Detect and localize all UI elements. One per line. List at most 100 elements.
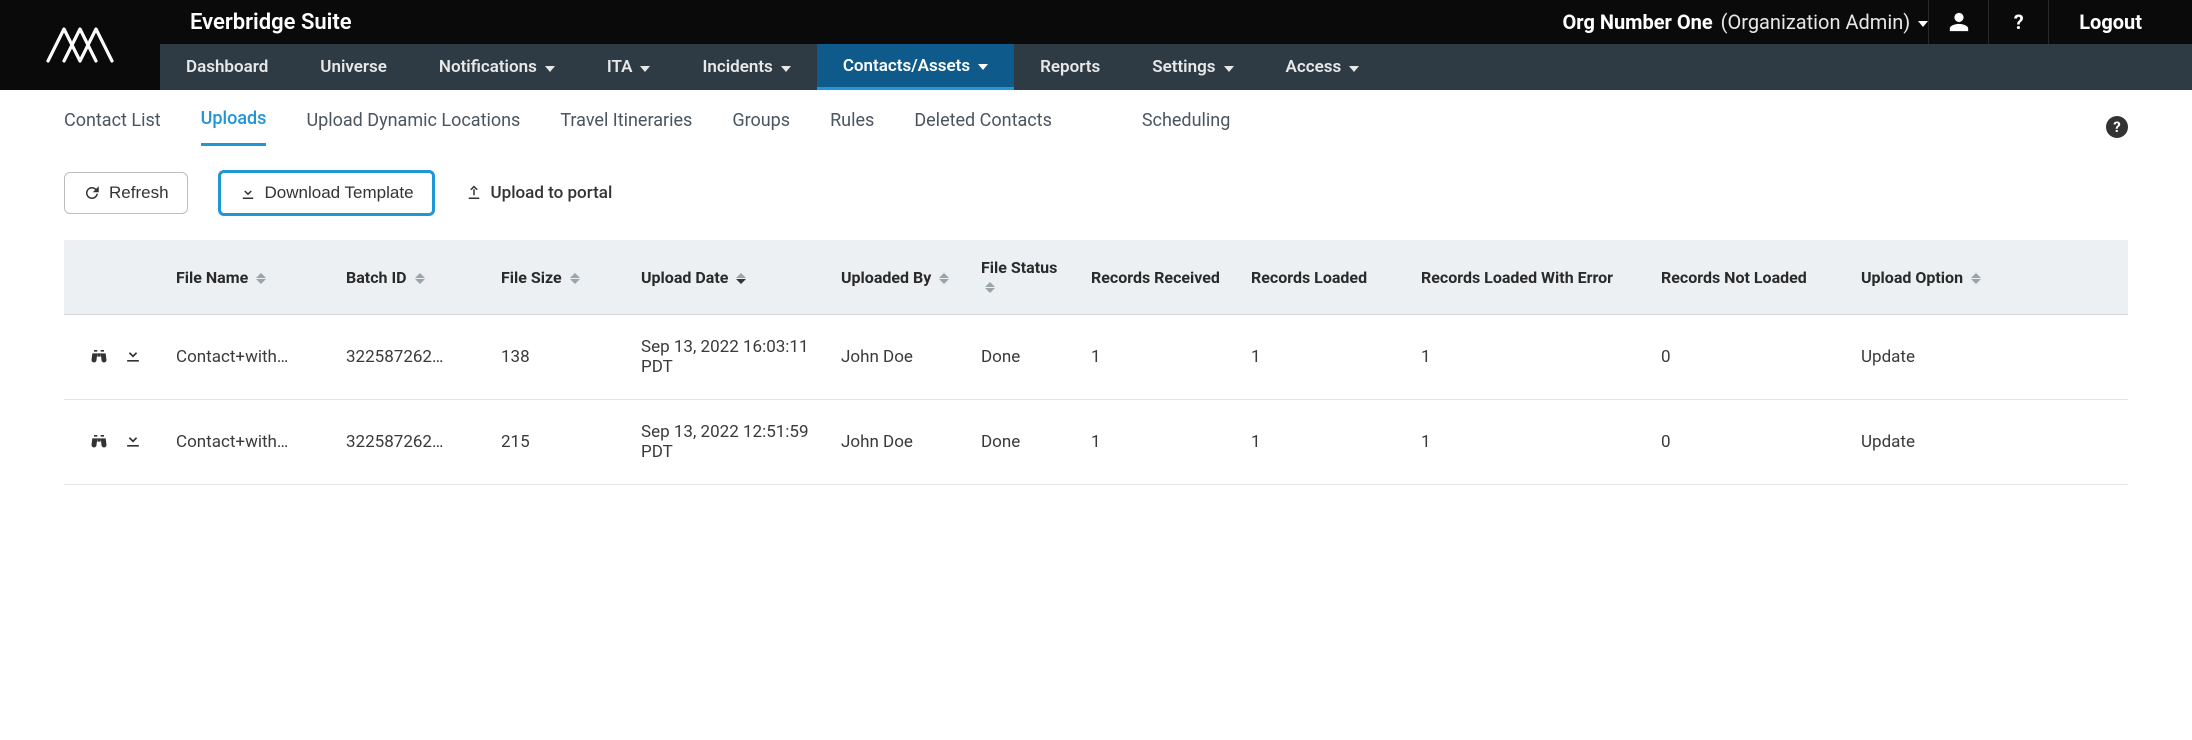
column-file-status-label: File Status: [981, 258, 1057, 277]
nav-item-label: ITA: [607, 57, 633, 77]
nav-item-settings[interactable]: Settings: [1126, 44, 1259, 90]
column-file-name[interactable]: File Name: [164, 240, 334, 315]
view-details-icon[interactable]: [88, 430, 110, 455]
nav-item-contacts-assets[interactable]: Contacts/Assets: [817, 44, 1014, 90]
sort-icon: [1971, 273, 1981, 284]
nav-item-access[interactable]: Access: [1260, 44, 1386, 90]
nav-item-label: Settings: [1152, 57, 1215, 77]
download-template-button[interactable]: Download Template: [218, 170, 435, 216]
cell-file-size: 138: [489, 315, 629, 400]
refresh-label: Refresh: [109, 183, 169, 203]
logo[interactable]: [0, 0, 160, 90]
column-upload-option-label: Upload Option: [1861, 268, 1963, 287]
suite-title: Everbridge Suite: [190, 10, 1563, 35]
column-records-loaded-error[interactable]: Records Loaded With Error: [1409, 240, 1649, 315]
help-icon-button[interactable]: ?: [1988, 0, 2048, 44]
sort-icon: [415, 273, 425, 284]
cell-uploaded-by: John Doe: [829, 400, 969, 485]
logout-button[interactable]: Logout: [2048, 0, 2172, 44]
cell-batch-id: 322587262…: [334, 315, 489, 400]
column-file-size[interactable]: File Size: [489, 240, 629, 315]
nav-item-reports[interactable]: Reports: [1014, 44, 1126, 90]
column-file-size-label: File Size: [501, 268, 562, 287]
subnav-item-rules[interactable]: Rules: [830, 110, 874, 145]
chevron-down-icon: [545, 66, 555, 72]
column-records-loaded-label: Records Loaded: [1251, 268, 1367, 287]
sort-icon: [985, 282, 995, 293]
column-file-name-label: File Name: [176, 268, 248, 287]
chevron-down-icon: [781, 66, 791, 72]
help-icon[interactable]: ?: [2106, 116, 2128, 138]
org-switcher[interactable]: Org Number One (Organization Admin): [1563, 10, 1929, 34]
subnav-item-scheduling[interactable]: Scheduling: [1142, 110, 1230, 145]
column-uploaded-by-label: Uploaded By: [841, 268, 931, 287]
sort-icon: [736, 273, 746, 284]
subnav-item-groups[interactable]: Groups: [732, 110, 790, 145]
table-row: Contact+with…322587262…138Sep 13, 2022 1…: [64, 315, 2128, 400]
user-icon-button[interactable]: [1928, 0, 1988, 44]
subnav-item-deleted-contacts[interactable]: Deleted Contacts: [914, 110, 1052, 145]
refresh-icon: [83, 184, 101, 202]
cell-file-size: 215: [489, 400, 629, 485]
chevron-down-icon: [978, 64, 988, 70]
view-details-icon[interactable]: [88, 345, 110, 370]
nav-item-incidents[interactable]: Incidents: [676, 44, 816, 90]
column-upload-date[interactable]: Upload Date: [629, 240, 829, 315]
subnav-item-upload-dynamic-locations[interactable]: Upload Dynamic Locations: [306, 110, 520, 145]
chevron-down-icon: [1224, 66, 1234, 72]
column-records-received[interactable]: Records Received: [1079, 240, 1239, 315]
column-records-loaded[interactable]: Records Loaded: [1239, 240, 1409, 315]
cell-records-received: 1: [1079, 400, 1239, 485]
cell-records-loaded: 1: [1239, 315, 1409, 400]
cell-upload-option: Update: [1849, 400, 2128, 485]
uploads-table: File Name Batch ID File Size Upload Date…: [64, 240, 2128, 485]
user-icon: [1948, 11, 1970, 33]
nav-item-ita[interactable]: ITA: [581, 44, 677, 90]
column-upload-option[interactable]: Upload Option: [1849, 240, 2128, 315]
nav-item-label: Universe: [320, 57, 387, 77]
column-records-not-loaded-label: Records Not Loaded: [1661, 268, 1807, 287]
refresh-button[interactable]: Refresh: [64, 172, 188, 214]
everbridge-logo-icon: [40, 15, 120, 75]
question-icon: ?: [2014, 10, 2024, 34]
subnav-item-uploads[interactable]: Uploads: [201, 108, 267, 146]
org-name: Org Number One: [1563, 10, 1713, 34]
download-row-icon[interactable]: [122, 345, 144, 370]
sort-icon: [256, 273, 266, 284]
cell-file-name: Contact+with…: [164, 400, 334, 485]
cell-file-name: Contact+with…: [164, 315, 334, 400]
sub-nav: Contact List Uploads Upload Dynamic Locati…: [0, 90, 2192, 146]
sort-icon: [939, 273, 949, 284]
column-records-not-loaded[interactable]: Records Not Loaded: [1649, 240, 1849, 315]
table-row: Contact+with…322587262…215Sep 13, 2022 1…: [64, 400, 2128, 485]
nav-item-label: Incidents: [702, 57, 772, 77]
nav-item-label: Access: [1286, 57, 1342, 77]
cell-records-loaded: 1: [1239, 400, 1409, 485]
nav-item-label: Notifications: [439, 57, 537, 77]
cell-records-loaded-error: 1: [1409, 315, 1649, 400]
download-icon: [239, 184, 257, 202]
download-template-label: Download Template: [265, 183, 414, 203]
cell-upload-date: Sep 13, 2022 12:51:59 PDT: [629, 400, 829, 485]
toolbar: Refresh Download Template Upload to port…: [0, 146, 2192, 240]
nav-item-dashboard[interactable]: Dashboard: [160, 44, 294, 90]
column-records-received-label: Records Received: [1091, 268, 1220, 287]
column-file-status[interactable]: File Status: [969, 240, 1079, 315]
column-actions: [64, 240, 164, 315]
subnav-item-contact-list[interactable]: Contact List: [64, 110, 161, 145]
upload-to-portal-label: Upload to portal: [491, 183, 613, 203]
subnav-item-travel-itineraries[interactable]: Travel Itineraries: [560, 110, 692, 145]
column-upload-date-label: Upload Date: [641, 268, 728, 287]
column-batch-id[interactable]: Batch ID: [334, 240, 489, 315]
cell-batch-id: 322587262…: [334, 400, 489, 485]
upload-to-portal-button[interactable]: Upload to portal: [465, 183, 613, 203]
nav-item-label: Dashboard: [186, 57, 268, 77]
download-row-icon[interactable]: [122, 430, 144, 455]
cell-upload-date: Sep 13, 2022 16:03:11 PDT: [629, 315, 829, 400]
nav-item-universe[interactable]: Universe: [294, 44, 413, 90]
column-uploaded-by[interactable]: Uploaded By: [829, 240, 969, 315]
column-batch-id-label: Batch ID: [346, 268, 407, 287]
org-role: (Organization Admin): [1721, 10, 1911, 34]
nav-item-notifications[interactable]: Notifications: [413, 44, 581, 90]
chevron-down-icon: [1918, 21, 1928, 27]
